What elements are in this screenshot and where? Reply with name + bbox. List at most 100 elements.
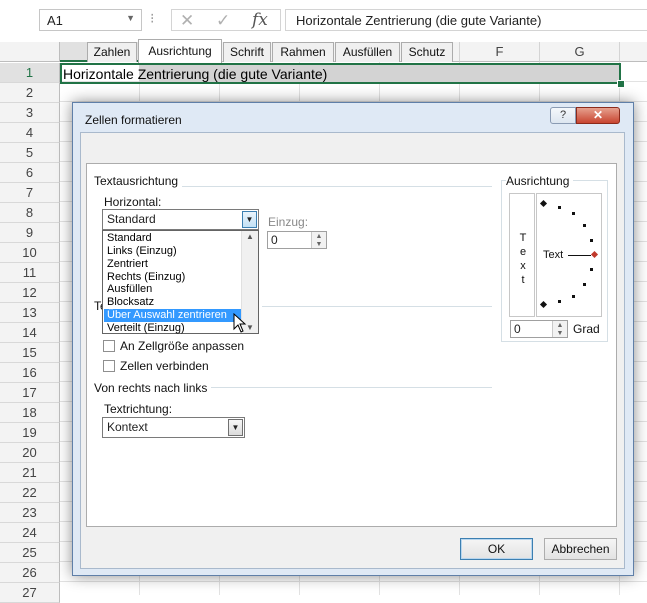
- row-header[interactable]: 19: [0, 423, 60, 443]
- row-header[interactable]: 20: [0, 443, 60, 463]
- tab-zahlen[interactable]: Zahlen: [87, 42, 137, 62]
- spin-down-icon[interactable]: ▼: [312, 240, 326, 248]
- row-header[interactable]: 1: [0, 63, 60, 83]
- text-direction-label: Textrichtung:: [104, 402, 173, 416]
- option-verteilt[interactable]: Verteilt (Einzug): [104, 322, 242, 335]
- row-header[interactable]: 14: [0, 323, 60, 343]
- option-standard[interactable]: Standard: [104, 232, 242, 245]
- column-header-partial[interactable]: [620, 42, 647, 62]
- column-header-g[interactable]: G: [540, 42, 620, 62]
- option-ausfuellen[interactable]: Ausfüllen: [104, 283, 242, 296]
- ok-button[interactable]: OK: [460, 538, 533, 560]
- tab-rahmen[interactable]: Rahmen: [272, 42, 334, 62]
- merge-cells-checkbox[interactable]: [103, 360, 115, 372]
- scroll-down-icon[interactable]: ▼: [246, 323, 254, 332]
- dial-dot: [590, 268, 593, 271]
- mouse-pointer-icon: [233, 313, 247, 333]
- formula-buttons: ✕ ✓ fx: [171, 9, 281, 31]
- orientation-text: Text: [543, 249, 564, 261]
- merge-cells-label: Zellen verbinden: [120, 359, 209, 373]
- indent-stepper[interactable]: 0 ▲ ▼: [267, 231, 327, 249]
- orientation-group-label: Ausrichtung: [506, 174, 574, 188]
- row-header[interactable]: 11: [0, 263, 60, 283]
- dial-dot: [583, 283, 586, 286]
- orientation-needle: [568, 255, 591, 256]
- spin-down-icon[interactable]: ▼: [553, 329, 567, 337]
- row-header[interactable]: 24: [0, 523, 60, 543]
- dial-dot: [590, 239, 593, 242]
- spin-up-icon[interactable]: ▲: [553, 321, 567, 329]
- row-header[interactable]: 2: [0, 83, 60, 103]
- cell-a1-text: Horizontale Zentrierung (die gute Varian…: [63, 66, 328, 82]
- row-header[interactable]: 5: [0, 143, 60, 163]
- dial-dot: [558, 206, 561, 209]
- name-box-value: A1: [47, 13, 63, 28]
- row-header[interactable]: 13: [0, 303, 60, 323]
- row-header[interactable]: 4: [0, 123, 60, 143]
- group-divider: [262, 306, 492, 307]
- tab-ausfuellen[interactable]: Ausfüllen: [335, 42, 400, 62]
- degrees-value: 0: [514, 322, 521, 336]
- row-header[interactable]: 3: [0, 103, 60, 123]
- text-direction-value: Kontext: [107, 420, 148, 434]
- dial-dot: [558, 300, 561, 303]
- row-header[interactable]: 25: [0, 543, 60, 563]
- row-header[interactable]: 15: [0, 343, 60, 363]
- horizontal-select[interactable]: Standard ▼: [102, 209, 259, 230]
- tab-schutz[interactable]: Schutz: [401, 42, 453, 62]
- option-ueber-auswahl-zentrieren[interactable]: Über Auswahl zentrieren: [104, 309, 242, 322]
- row-header[interactable]: 10: [0, 243, 60, 263]
- cancel-button[interactable]: Abbrechen: [544, 538, 617, 560]
- vertical-text: T e x t: [519, 232, 527, 286]
- option-zentriert[interactable]: Zentriert: [104, 258, 242, 271]
- row-header[interactable]: 7: [0, 183, 60, 203]
- formula-input[interactable]: Horizontale Zentrierung (die gute Varian…: [285, 9, 647, 31]
- horizontal-select-value: Standard: [107, 212, 156, 226]
- row-header[interactable]: 17: [0, 383, 60, 403]
- row-header[interactable]: 9: [0, 223, 60, 243]
- dial-dot: [583, 224, 586, 227]
- rtl-group-label: Von rechts nach links: [94, 381, 212, 395]
- spin-up-icon[interactable]: ▲: [312, 232, 326, 240]
- row-header[interactable]: 6: [0, 163, 60, 183]
- row-header[interactable]: 26: [0, 563, 60, 583]
- shrink-to-fit-label: An Zellgröße anpassen: [120, 339, 245, 353]
- chevron-down-icon[interactable]: ▼: [228, 419, 243, 436]
- indent-label: Einzug:: [268, 215, 309, 229]
- degrees-stepper[interactable]: 0 ▲ ▼: [510, 320, 568, 338]
- enter-icon[interactable]: ✓: [216, 11, 230, 31]
- drag-handle-icon[interactable]: ⁝: [150, 10, 155, 27]
- dialog-title: Zellen formatieren: [85, 113, 182, 127]
- degrees-label: Grad: [573, 322, 600, 336]
- indent-value: 0: [271, 233, 278, 247]
- horizontal-label: Horizontal:: [104, 195, 162, 209]
- text-direction-select[interactable]: Kontext ▼: [102, 417, 245, 438]
- fill-handle[interactable]: [617, 80, 625, 88]
- row-header[interactable]: 12: [0, 283, 60, 303]
- insert-function-icon[interactable]: fx: [252, 10, 268, 30]
- close-button[interactable]: ✕: [576, 107, 620, 124]
- name-box[interactable]: A1 ▼: [39, 9, 142, 31]
- tab-ausrichtung[interactable]: Ausrichtung: [138, 39, 222, 63]
- help-button[interactable]: ?: [550, 107, 576, 124]
- row-header[interactable]: 8: [0, 203, 60, 223]
- chevron-down-icon[interactable]: ▼: [242, 211, 257, 228]
- row-header[interactable]: 18: [0, 403, 60, 423]
- row-header[interactable]: 16: [0, 363, 60, 383]
- chevron-down-icon[interactable]: ▼: [126, 13, 135, 23]
- row-header[interactable]: 27: [0, 583, 60, 603]
- column-header-f[interactable]: F: [460, 42, 540, 62]
- row-header[interactable]: 21: [0, 463, 60, 483]
- shrink-to-fit-checkbox[interactable]: [103, 340, 115, 352]
- option-links[interactable]: Links (Einzug): [104, 245, 242, 258]
- text-alignment-group-label: Textausrichtung: [94, 174, 183, 188]
- cancel-icon[interactable]: ✕: [180, 11, 194, 31]
- formula-content: Horizontale Zentrierung (die gute Varian…: [296, 13, 542, 28]
- row-header[interactable]: 23: [0, 503, 60, 523]
- row-header[interactable]: 22: [0, 483, 60, 503]
- dial-dot: [572, 295, 575, 298]
- scroll-up-icon[interactable]: ▲: [246, 232, 254, 241]
- option-blocksatz[interactable]: Blocksatz: [104, 296, 242, 309]
- tab-schrift[interactable]: Schrift: [223, 42, 271, 62]
- select-all-corner[interactable]: [0, 42, 60, 62]
